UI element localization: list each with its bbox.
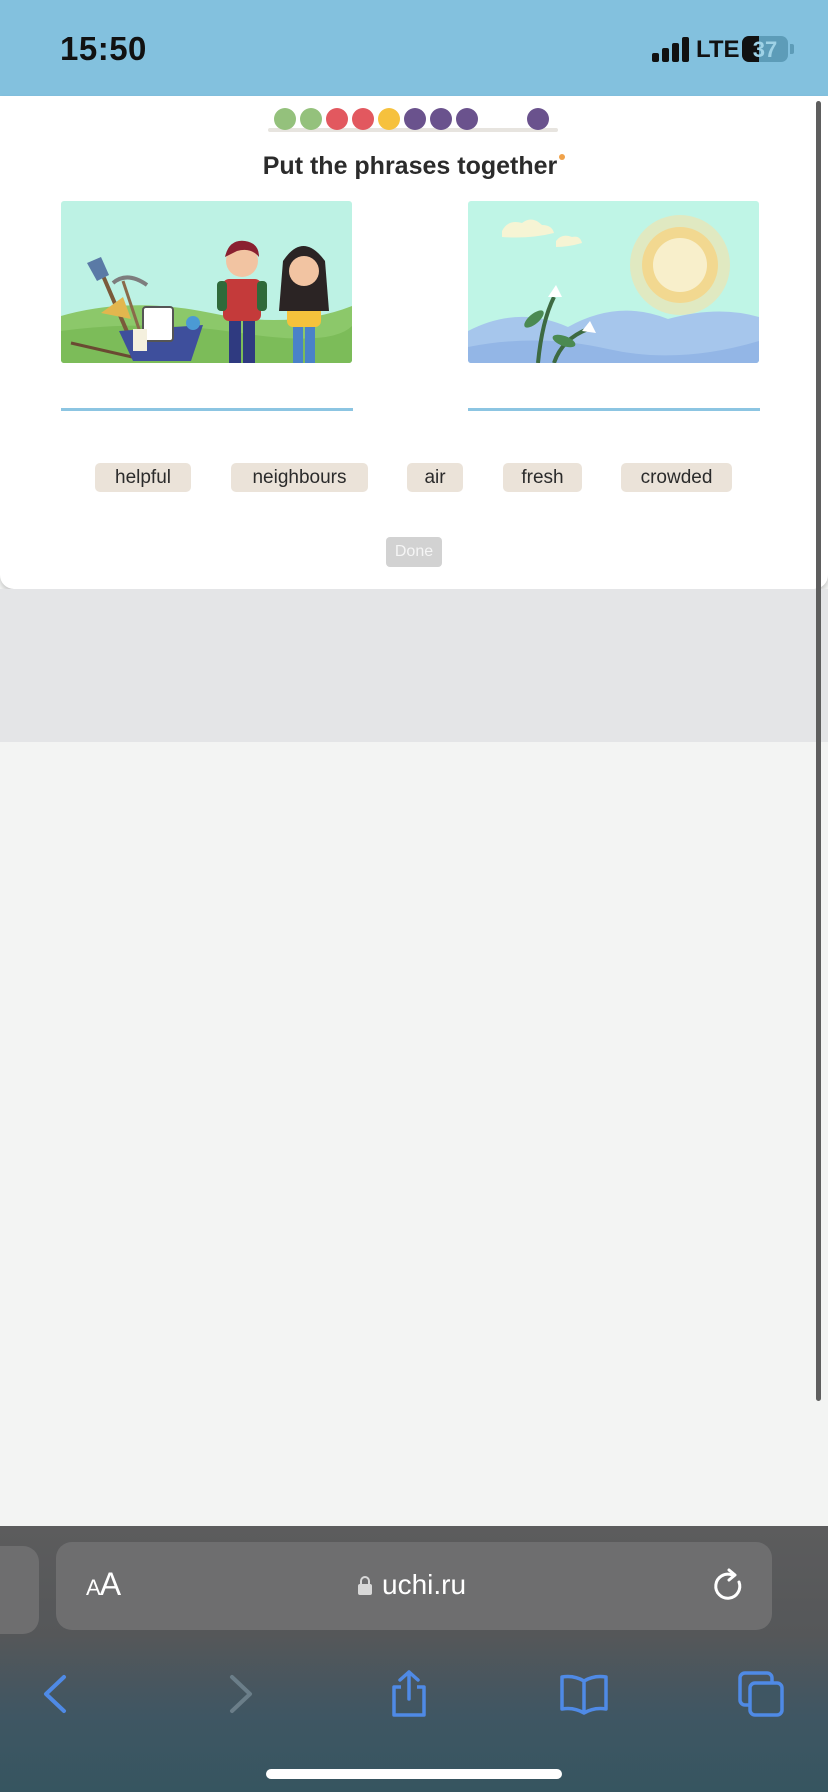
progress-dot-partial[interactable] bbox=[378, 108, 400, 130]
progress-dot-current[interactable] bbox=[527, 108, 549, 130]
answer-slot-left[interactable] bbox=[61, 408, 353, 411]
nature-picture bbox=[468, 201, 759, 363]
back-icon[interactable] bbox=[34, 1669, 84, 1719]
word-chip-helpful[interactable]: helpful bbox=[95, 463, 191, 492]
battery-icon: 37 bbox=[742, 36, 788, 62]
forward-icon bbox=[230, 1675, 252, 1713]
scrollbar[interactable] bbox=[816, 101, 821, 1401]
progress-dot-correct[interactable] bbox=[300, 108, 322, 130]
lock-icon bbox=[358, 1576, 372, 1595]
title-marker bbox=[559, 154, 566, 160]
battery-level: 37 bbox=[752, 37, 778, 62]
status-bar: 15:50 LTE 37 bbox=[0, 0, 828, 96]
address-bar[interactable]: AA uchi.ru bbox=[56, 1542, 772, 1630]
status-time: 15:50 bbox=[60, 30, 147, 67]
word-chip-fresh[interactable]: fresh bbox=[503, 463, 582, 492]
progress-dot-pending[interactable] bbox=[404, 108, 426, 130]
home-indicator[interactable] bbox=[266, 1769, 562, 1779]
word-chip-crowded[interactable]: crowded bbox=[621, 463, 732, 492]
battery-cap bbox=[790, 44, 794, 54]
word-chip-neighbours[interactable]: neighbours bbox=[231, 463, 368, 492]
progress-dot-pending[interactable] bbox=[430, 108, 452, 130]
previous-tab-preview[interactable] bbox=[0, 1546, 39, 1634]
url-text[interactable]: uchi.ru bbox=[382, 1569, 466, 1601]
progress-dot-wrong[interactable] bbox=[352, 108, 374, 130]
signal-icon bbox=[652, 36, 690, 62]
neighbours-illustration bbox=[61, 201, 352, 363]
neighbours-picture bbox=[61, 201, 352, 363]
text-size-small-label: A bbox=[86, 1575, 101, 1600]
tabs-icon[interactable] bbox=[736, 1669, 786, 1719]
text-size-large-label: A bbox=[99, 1566, 121, 1602]
task-title-text: Put the phrases together bbox=[262, 152, 558, 180]
network-label: LTE bbox=[696, 36, 740, 63]
nature-illustration bbox=[468, 201, 759, 363]
task-title: Put the phrases together bbox=[0, 152, 828, 181]
progress-dot-wrong[interactable] bbox=[326, 108, 348, 130]
reload-icon[interactable] bbox=[710, 1568, 746, 1604]
bookmarks-icon[interactable] bbox=[559, 1669, 609, 1719]
answer-slot-right[interactable] bbox=[468, 408, 760, 411]
progress-dot-correct[interactable] bbox=[274, 108, 296, 130]
done-button[interactable]: Done bbox=[386, 537, 442, 567]
progress-dot-pending[interactable] bbox=[456, 108, 478, 130]
text-size-button[interactable]: AA bbox=[86, 1566, 121, 1603]
page-background-band bbox=[0, 589, 828, 742]
word-chip-air[interactable]: air bbox=[407, 463, 463, 492]
share-icon[interactable] bbox=[384, 1669, 434, 1719]
task-card: Put the phrases together helpful neighbo… bbox=[0, 96, 828, 589]
browser-toolbar: AA uchi.ru bbox=[0, 1526, 828, 1792]
